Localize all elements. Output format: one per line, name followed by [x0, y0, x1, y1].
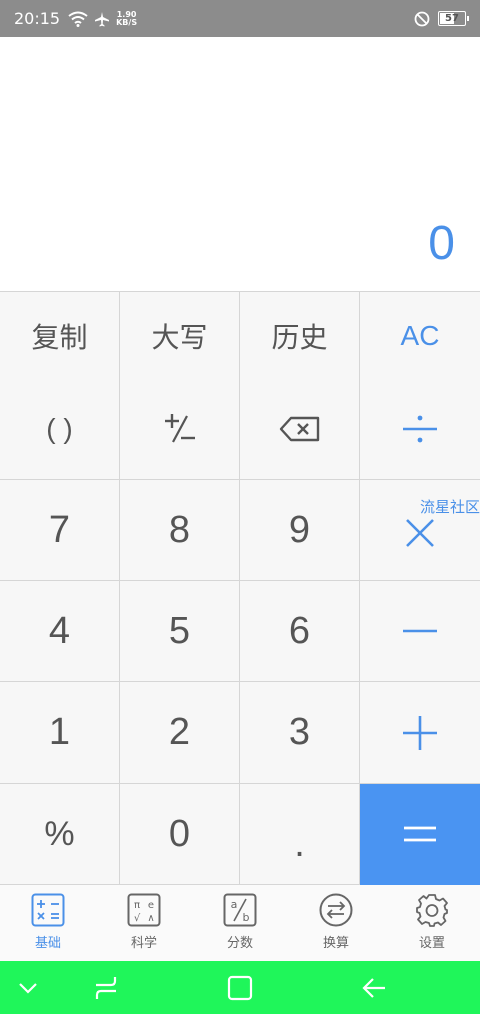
digit-0-button[interactable]: 0: [120, 784, 240, 885]
tab-label: 科学: [130, 936, 157, 951]
chevron-down-icon: [19, 982, 37, 994]
tab-fraction[interactable]: a b 分数: [192, 885, 288, 961]
divide-button[interactable]: [360, 379, 480, 480]
backspace-icon: [279, 416, 319, 442]
plus-icon: [403, 715, 437, 750]
system-nav-bar: [0, 961, 480, 1014]
all-clear-button[interactable]: AC: [360, 292, 480, 380]
digit-3-button[interactable]: 3: [240, 682, 360, 784]
mode-tab-bar: 基础 π e √ ∧ 科学 a b 分数 换算 设置: [0, 885, 480, 961]
tab-label: 换算: [322, 936, 349, 951]
hide-nav-button[interactable]: [10, 961, 46, 1014]
key-row: 1 2 3: [0, 682, 480, 784]
watermark-text: 流星社区: [419, 499, 480, 516]
fraction-icon: a b: [223, 893, 257, 927]
tab-basic[interactable]: 基础: [0, 885, 96, 961]
backspace-button[interactable]: [240, 379, 360, 480]
digit-9-button[interactable]: 9: [240, 480, 360, 581]
percent-button[interactable]: %: [0, 784, 120, 885]
function-row: 复制 大写 历史 AC: [0, 291, 480, 380]
recents-icon: [95, 976, 117, 999]
digit-1-button[interactable]: 1: [0, 682, 120, 784]
equals-button[interactable]: [360, 784, 480, 885]
digit-6-button[interactable]: 6: [240, 581, 360, 682]
tab-label: 分数: [226, 936, 253, 951]
parentheses-button[interactable]: ( ): [0, 379, 120, 480]
do-not-disturb-icon: [414, 11, 430, 26]
back-button[interactable]: [356, 961, 392, 1014]
airplane-icon: [95, 11, 110, 26]
uppercase-button[interactable]: 大写: [120, 292, 240, 380]
svg-text:a: a: [231, 898, 238, 911]
home-button[interactable]: [220, 961, 260, 1014]
settings-icon: [416, 894, 448, 927]
digit-8-button[interactable]: 8: [120, 480, 240, 581]
divide-icon: [403, 415, 437, 443]
subtract-button[interactable]: [360, 581, 480, 682]
convert-icon: [319, 893, 353, 927]
status-bar: 20:15 1.90 KB/S 57: [0, 0, 480, 37]
tab-label: 设置: [418, 936, 445, 951]
svg-text:π: π: [134, 900, 140, 911]
wifi-icon: [68, 11, 88, 27]
decimal-point-button[interactable]: .: [240, 784, 360, 885]
svg-text:e: e: [148, 900, 154, 911]
display-value: 0: [428, 217, 455, 270]
svg-text:b: b: [243, 911, 250, 924]
digit-4-button[interactable]: 4: [0, 581, 120, 682]
multiply-button[interactable]: 流星社区: [360, 480, 480, 581]
history-button[interactable]: 历史: [240, 292, 360, 380]
key-row: 7 8 9 流星社区: [0, 480, 480, 581]
keypad: 复制 大写 历史 AC ( ) 7 8 9 流星社区 4 5 6 1 2 3 %…: [0, 291, 480, 885]
status-time: 20:15: [14, 9, 61, 28]
digit-5-button[interactable]: 5: [120, 581, 240, 682]
recents-button[interactable]: [88, 961, 124, 1014]
minus-icon: [403, 629, 437, 633]
add-button[interactable]: [360, 682, 480, 784]
network-speed: 1.90 KB/S: [116, 9, 138, 27]
digit-7-button[interactable]: 7: [0, 480, 120, 581]
scientific-icon: π e √ ∧: [127, 893, 161, 927]
copy-button[interactable]: 复制: [0, 292, 120, 380]
battery-icon: 57: [438, 11, 469, 26]
equals-icon: [404, 826, 436, 842]
tab-convert[interactable]: 换算: [288, 885, 384, 961]
digit-2-button[interactable]: 2: [120, 682, 240, 784]
tab-settings[interactable]: 设置: [384, 885, 480, 961]
tab-scientific[interactable]: π e √ ∧ 科学: [96, 885, 192, 961]
tab-label: 基础: [34, 936, 61, 951]
svg-text:∧: ∧: [147, 913, 154, 924]
home-icon: [227, 975, 253, 1000]
result-display: 0: [0, 37, 480, 291]
svg-text:√: √: [134, 913, 141, 924]
key-row: ( ): [0, 379, 480, 480]
plus-minus-button[interactable]: [120, 379, 240, 480]
key-row: 4 5 6: [0, 581, 480, 682]
basic-calc-icon: [31, 893, 65, 927]
key-row: % 0 .: [0, 784, 480, 885]
plus-minus-icon: [164, 414, 195, 443]
back-arrow-icon: [362, 977, 385, 998]
multiply-icon: [406, 519, 434, 547]
